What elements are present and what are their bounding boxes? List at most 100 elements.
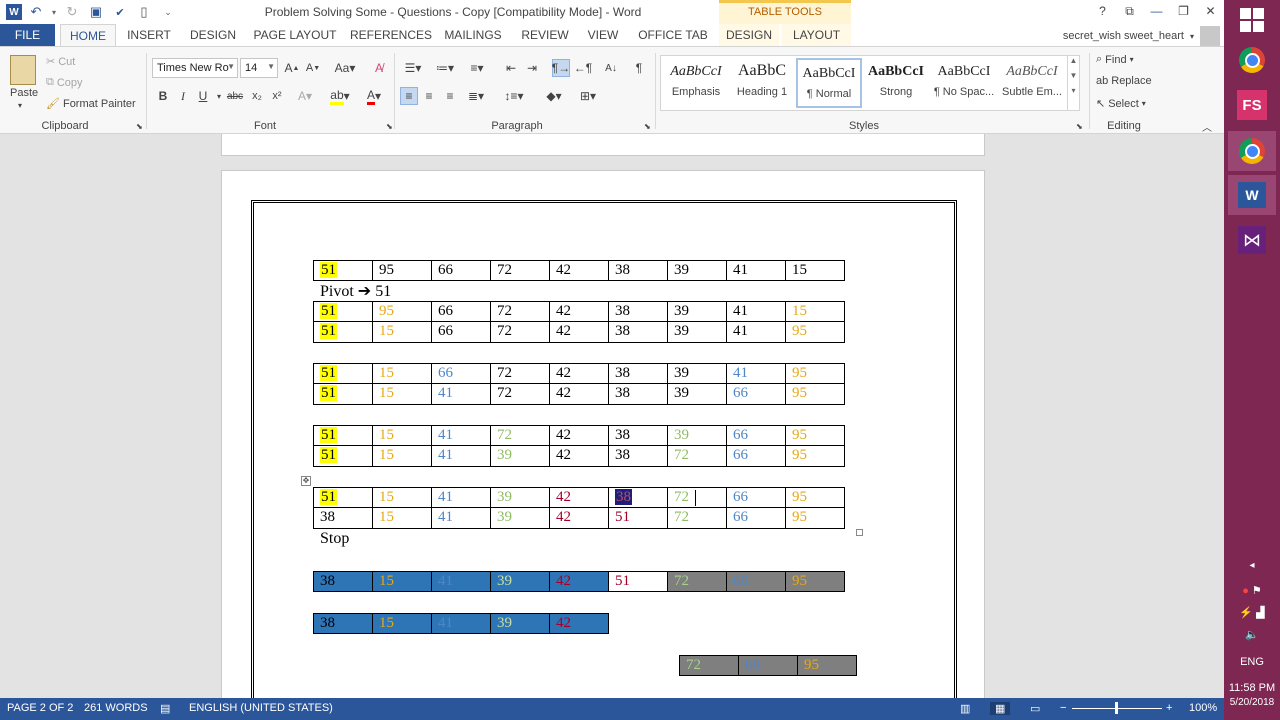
cut-button[interactable]: ✂ Cut [46,55,75,69]
style-subtle-emphasis[interactable]: AaBbCcI Subtle Em... [999,58,1065,108]
taskbar-chrome[interactable] [1228,40,1276,80]
table-cell[interactable]: 39 [667,260,727,281]
table-cell[interactable]: 15 [372,487,432,508]
table-cell[interactable]: 66 [726,384,786,405]
table-cell[interactable]: 41 [431,487,491,508]
table-cell[interactable]: 41 [431,613,491,634]
table-cell[interactable]: 95 [785,425,845,446]
bullets-icon[interactable]: ☰▾ [400,59,426,77]
tab-page-layout[interactable]: PAGE LAYOUT [250,24,340,46]
table-cell[interactable]: 39 [490,571,550,592]
table-cell[interactable]: 51 [608,571,668,592]
table-cell[interactable]: 72 [490,322,550,343]
volume-icon[interactable]: 🔈 [1224,628,1280,641]
table-cell[interactable]: 38 [608,384,668,405]
table-cell[interactable]: 38 [608,487,668,508]
table-cell[interactable]: 66 [431,363,491,384]
format-painter-button[interactable]: 🖌 Format Painter [46,97,136,111]
table-cell[interactable]: 51 [313,446,373,467]
table-cell[interactable]: 39 [667,384,727,405]
table-cell[interactable]: 39 [667,363,727,384]
table-cell[interactable]: 95 [785,322,845,343]
table-cell[interactable]: 72 [667,446,727,467]
font-launcher-icon[interactable]: ⬊ [386,122,393,131]
table-cell[interactable]: 51 [313,425,373,446]
page-count[interactable]: PAGE 2 OF 2 [7,702,73,714]
table-cell[interactable]: 39 [667,301,727,322]
table-cell[interactable]: 66 [726,508,786,529]
table-cell[interactable]: 41 [431,384,491,405]
table-cell[interactable]: 39 [490,487,550,508]
table-cell[interactable]: 15 [372,508,432,529]
table-cell[interactable]: 41 [431,446,491,467]
tab-references[interactable]: REFERENCES [350,24,432,46]
tab-insert[interactable]: INSERT [122,24,176,46]
multilevel-list-icon[interactable]: ≡▾ [464,59,490,77]
table-cell[interactable]: 95 [785,571,845,592]
minimize-button[interactable]: — [1143,0,1170,22]
more-styles-icon[interactable]: ▾ [1068,86,1079,95]
table-cell[interactable]: 66 [726,446,786,467]
table-resize-handle[interactable] [856,529,863,536]
table-cell[interactable]: 15 [372,446,432,467]
table-cell[interactable]: 38 [313,508,373,529]
numbering-icon[interactable]: ≔▾ [432,59,458,77]
table-cell[interactable]: 66 [431,322,491,343]
zoom-level[interactable]: 100% [1189,702,1217,714]
table-cell[interactable]: 38 [313,571,373,592]
decrease-indent-icon[interactable]: ⇤ [502,59,520,77]
paragraph-launcher-icon[interactable]: ⬊ [644,122,651,131]
tab-file[interactable]: FILE [0,24,55,46]
table-cell[interactable]: 42 [549,487,609,508]
clock-date[interactable]: 5/20/2018 [1224,697,1280,708]
table-cell[interactable]: 51 [313,301,373,322]
table-cell[interactable]: 15 [785,301,845,322]
select-button[interactable]: ↖ Select ▾ [1096,97,1146,111]
table-cell[interactable]: 95 [797,655,857,676]
start-button[interactable] [1228,0,1276,40]
table-cell[interactable]: 72 [679,655,739,676]
table-cell[interactable]: 41 [431,508,491,529]
table-cell[interactable]: 42 [549,571,609,592]
print-layout-icon[interactable]: ▦ [990,702,1011,715]
clipboard-launcher-icon[interactable]: ⬊ [136,122,143,131]
collapse-ribbon-icon[interactable]: ︿ [1202,119,1212,134]
tab-view[interactable]: VIEW [584,24,622,46]
input-language[interactable]: ENG [1224,656,1280,668]
style-emphasis[interactable]: AaBbCcI Emphasis [663,58,729,108]
show-formatting-marks-icon[interactable]: ¶ [630,59,648,77]
text-effects-icon[interactable]: A▾ [296,87,314,105]
font-color-icon[interactable]: A ▾ [360,87,388,105]
table-cell[interactable]: 38 [608,301,668,322]
sort-icon[interactable]: A↓ [602,59,620,77]
styles-launcher-icon[interactable]: ⬊ [1076,122,1083,131]
replace-button[interactable]: ab Replace [1096,75,1152,87]
tab-table-layout[interactable]: LAYOUT [782,24,851,46]
table-cell[interactable]: 42 [549,260,609,281]
table-cell[interactable]: 15 [372,425,432,446]
table-cell[interactable]: 95 [785,363,845,384]
tab-design[interactable]: DESIGN [186,24,240,46]
style-strong[interactable]: AaBbCcI Strong [863,58,929,108]
table-move-handle[interactable]: ✥ [301,476,311,486]
proofing-icon[interactable]: ▤ [160,702,170,715]
table-cell[interactable]: 41 [726,363,786,384]
antivirus-icon[interactable]: ● [1242,585,1249,597]
read-mode-icon[interactable]: ▥ [960,702,970,715]
paste-button[interactable]: Paste [10,87,38,99]
table-cell[interactable]: 39 [490,613,550,634]
table-cell[interactable]: 95 [785,384,845,405]
document-canvas[interactable]: 51 95 66 72 42 38 39 41 15 Pivot ➔ 51 51… [0,134,1224,720]
table-cell[interactable]: 42 [549,363,609,384]
font-name-combo[interactable]: Times New Ro ▼ [152,58,238,78]
table-cell[interactable]: 41 [726,322,786,343]
table-cell[interactable]: 95 [785,508,845,529]
table-cell[interactable]: 51 [313,363,373,384]
table-cell[interactable]: 42 [549,322,609,343]
ribbon-display-options-icon[interactable]: ⧉ [1116,0,1143,22]
chevron-up-icon[interactable]: ▲ [1068,56,1079,65]
table-cell[interactable]: 95 [372,260,432,281]
table-cell[interactable]: 42 [549,613,609,634]
tab-mailings[interactable]: MAILINGS [440,24,506,46]
find-button[interactable]: ⌕ Find ▾ [1096,53,1134,66]
